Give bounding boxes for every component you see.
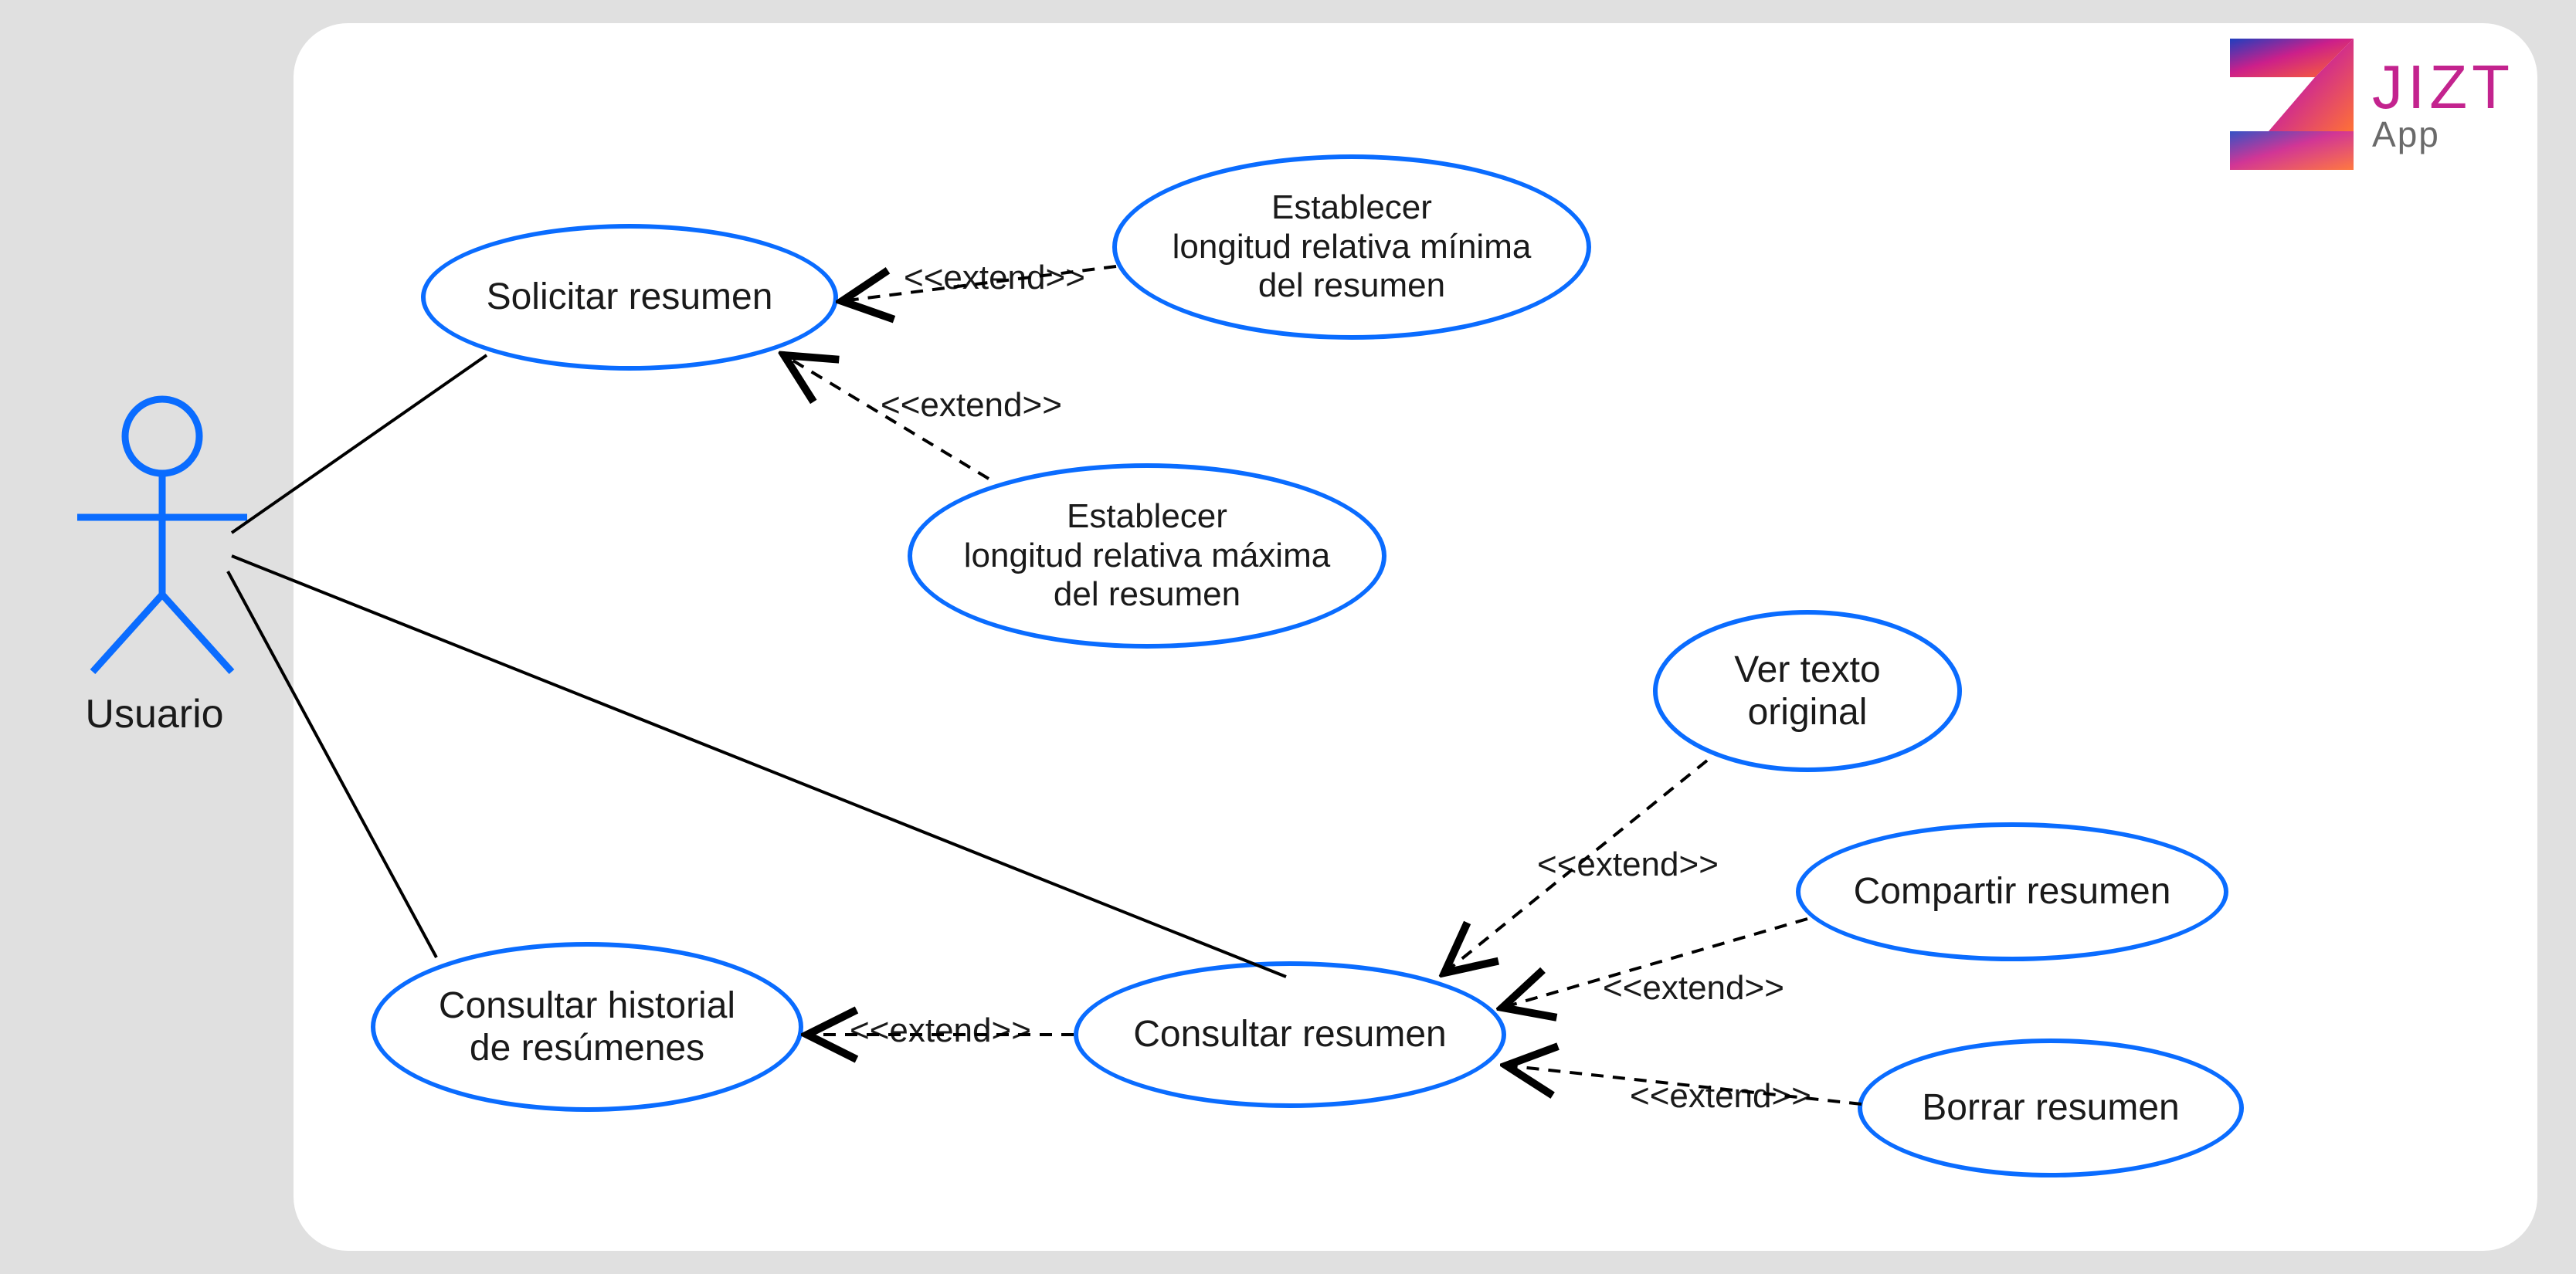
usecase-consultar-historial: Consultar historial de resúmenes <box>371 942 803 1112</box>
extend-label: <<extend>> <box>1537 845 1719 884</box>
actor-icon <box>62 394 263 679</box>
usecase-label: Consultar historial de resúmenes <box>439 984 735 1069</box>
usecase-borrar-resumen: Borrar resumen <box>1858 1039 2244 1177</box>
usecase-ver-texto-original: Ver texto original <box>1653 610 1962 772</box>
usecase-compartir-resumen: Compartir resumen <box>1796 822 2228 961</box>
logo-subtitle: App <box>2372 117 2514 152</box>
usecase-label: Establecer longitud relativa máxima del … <box>964 497 1330 615</box>
extend-label: <<extend>> <box>904 259 1085 297</box>
usecase-consultar-resumen: Consultar resumen <box>1074 961 1506 1108</box>
extend-label: <<extend>> <box>1630 1077 1811 1116</box>
usecase-label: Establecer longitud relativa mínima del … <box>1173 188 1532 306</box>
actor-label: Usuario <box>50 691 259 737</box>
usecase-establecer-longitud-minima: Establecer longitud relativa mínima del … <box>1112 154 1591 340</box>
logo-icon <box>2222 31 2361 178</box>
logo-title: JIZT <box>2372 56 2514 118</box>
usecase-label: Consultar resumen <box>1133 1013 1447 1055</box>
extend-label: <<extend>> <box>850 1011 1031 1050</box>
app-logo: JIZT App <box>2222 31 2514 178</box>
usecase-label: Ver texto original <box>1734 649 1880 734</box>
diagram-viewport: JIZT App Usuario Solicitar resumen Estab… <box>0 0 2576 1274</box>
extend-label: <<extend>> <box>881 386 1062 425</box>
usecase-solicitar-resumen: Solicitar resumen <box>421 224 838 371</box>
usecase-label: Borrar resumen <box>1922 1086 2179 1129</box>
usecase-label: Solicitar resumen <box>487 276 773 318</box>
extend-label: <<extend>> <box>1603 969 1784 1008</box>
usecase-label: Compartir resumen <box>1854 870 2171 913</box>
usecase-establecer-longitud-maxima: Establecer longitud relativa máxima del … <box>908 463 1386 649</box>
